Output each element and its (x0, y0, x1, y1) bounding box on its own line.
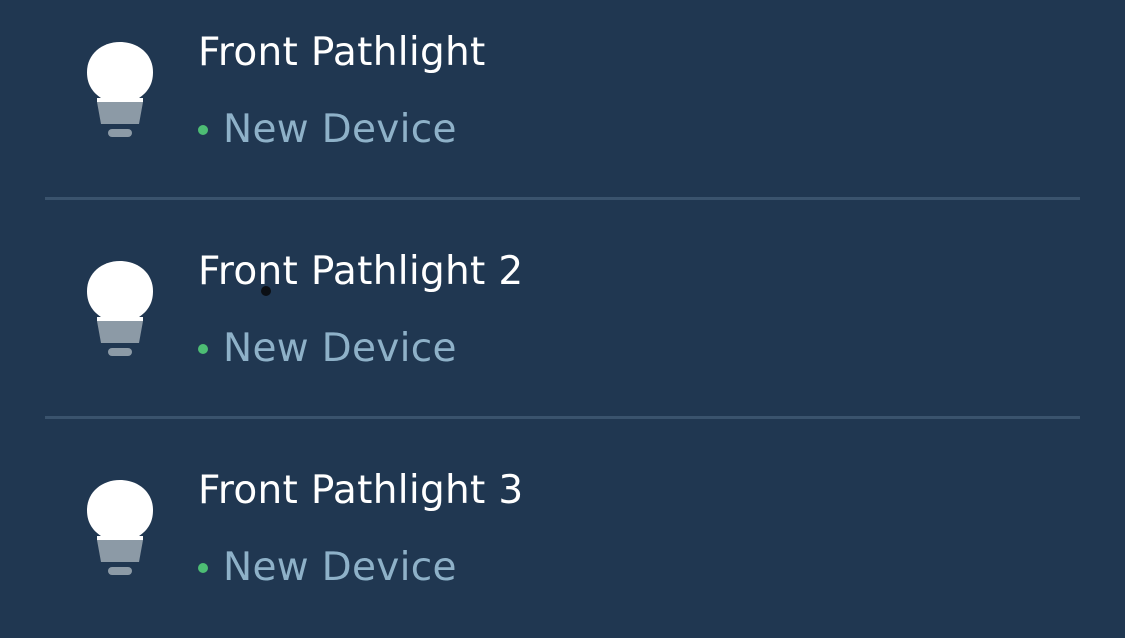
device-status-label: New Device (223, 107, 457, 152)
device-name: Front Pathlight 3 (198, 468, 524, 513)
light-bulb-icon (87, 42, 153, 137)
device-name: Front Pathlight (198, 30, 486, 75)
device-status-label: New Device (223, 326, 457, 371)
device-status: New Device (198, 105, 457, 155)
status-dot-icon (198, 344, 208, 354)
light-bulb-icon (87, 480, 153, 575)
device-status: New Device (198, 543, 457, 593)
device-list: Front Pathlight New Device Front Pathlig… (0, 0, 1125, 631)
device-name: Front Pathlight 2 (198, 249, 524, 294)
status-dot-icon (198, 563, 208, 573)
device-row-front-pathlight-3[interactable]: Front Pathlight 3 New Device (45, 419, 1080, 638)
status-dot-icon (198, 125, 208, 135)
device-row-front-pathlight-2[interactable]: Front Pathlight 2 New Device (45, 200, 1080, 419)
device-status-label: New Device (223, 545, 457, 590)
device-row-front-pathlight[interactable]: Front Pathlight New Device (45, 0, 1080, 200)
cursor-dot-icon (261, 286, 271, 296)
light-bulb-icon (87, 261, 153, 356)
device-status: New Device (198, 324, 457, 374)
